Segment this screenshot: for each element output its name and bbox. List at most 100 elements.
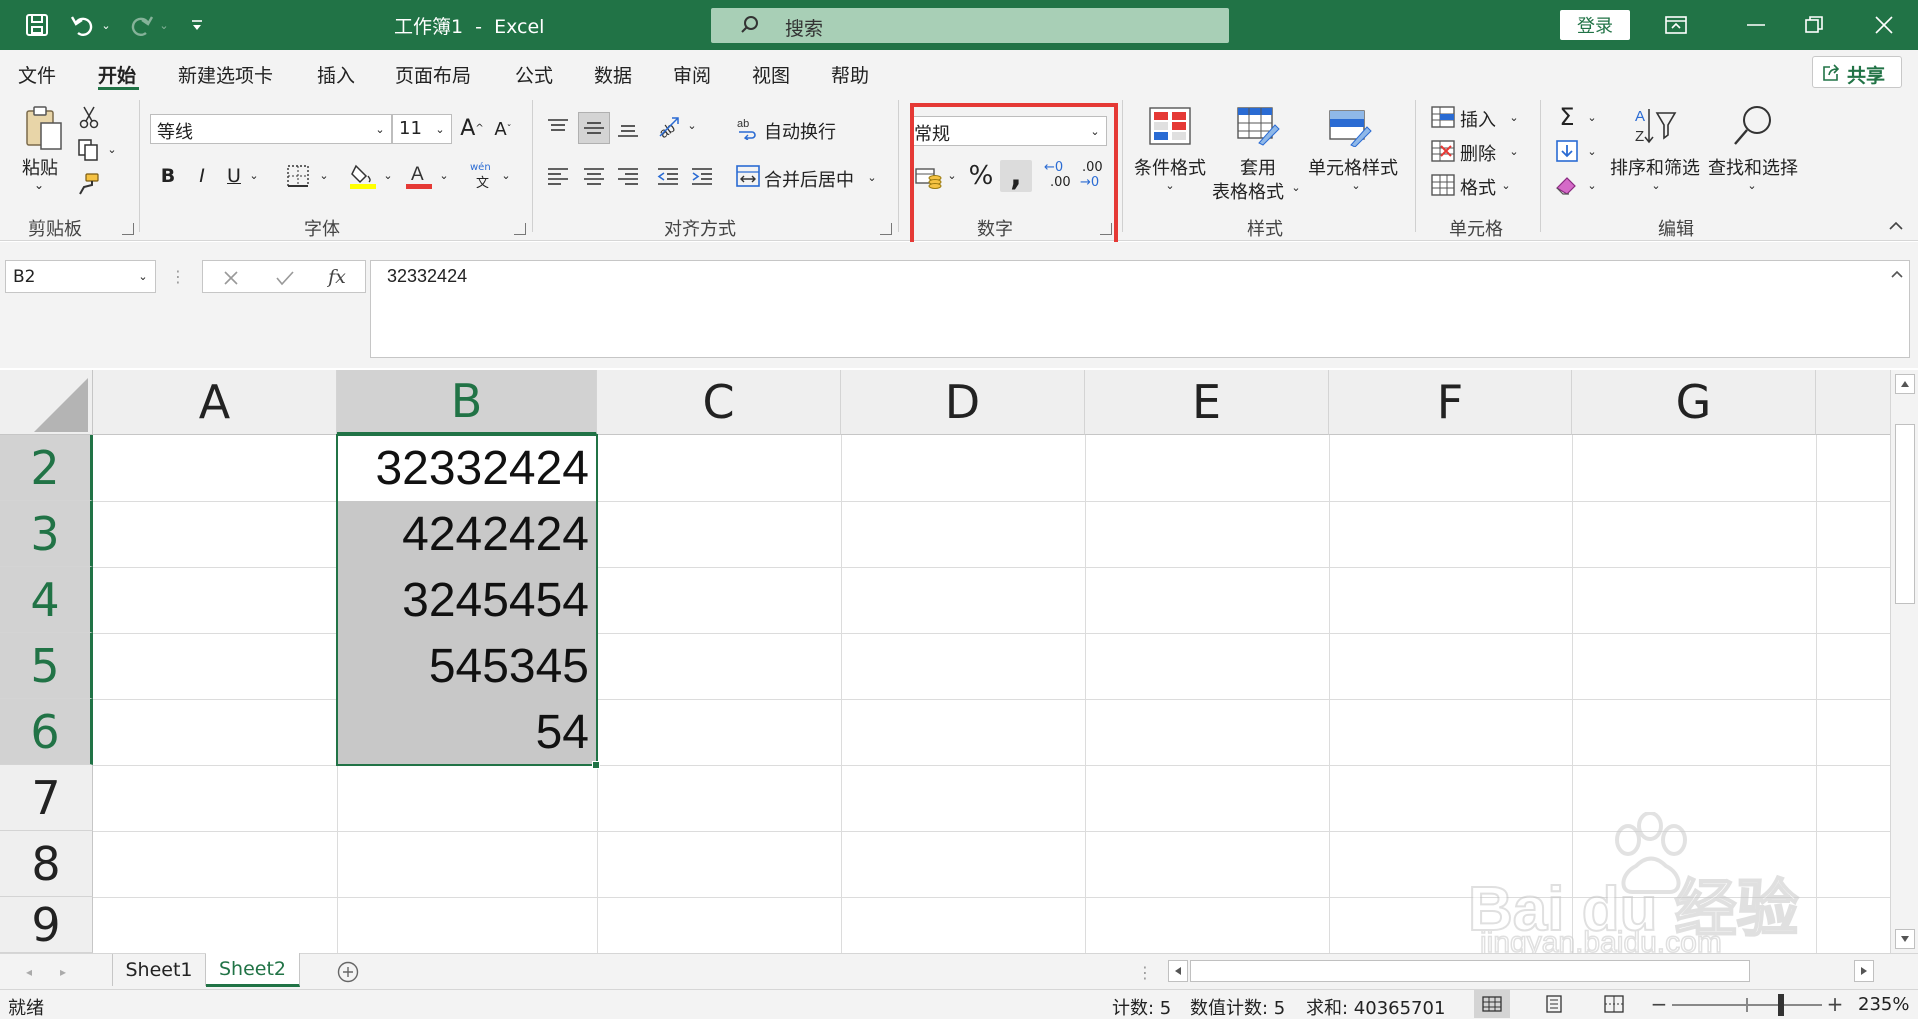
- align-center-icon[interactable]: [580, 162, 608, 190]
- phonetic-dropdown-icon[interactable]: ⌄: [500, 168, 512, 182]
- share-button[interactable]: 共享: [1812, 56, 1902, 88]
- autosum-icon[interactable]: Σ: [1554, 103, 1580, 131]
- format-cells-label[interactable]: 格式: [1460, 174, 1496, 200]
- fill-color-icon[interactable]: [348, 160, 378, 192]
- font-color-dropdown-icon[interactable]: ⌄: [438, 168, 450, 182]
- find-select-label[interactable]: 查找和选择: [1708, 154, 1798, 180]
- vertical-scrollbar[interactable]: [1890, 370, 1918, 953]
- tab-page-layout[interactable]: 页面布局: [395, 61, 471, 88]
- cell-styles-dropdown-icon[interactable]: ⌄: [1350, 178, 1362, 192]
- tab-new[interactable]: 新建选项卡: [178, 61, 273, 88]
- cell-styles-label[interactable]: 单元格样式: [1308, 154, 1398, 180]
- save-icon[interactable]: [24, 12, 50, 38]
- paste-icon[interactable]: [22, 104, 66, 154]
- autosum-dropdown-icon[interactable]: ⌄: [1586, 110, 1598, 124]
- delete-cells-dropdown-icon[interactable]: ⌄: [1508, 144, 1520, 158]
- font-name-select[interactable]: 等线 ⌄: [150, 114, 392, 144]
- hscroll-left-icon[interactable]: [1168, 960, 1188, 982]
- format-cells-icon[interactable]: [1430, 172, 1456, 198]
- scroll-down-icon[interactable]: [1895, 929, 1915, 949]
- horizontal-scrollbar[interactable]: [1166, 958, 1878, 984]
- cancel-entry-icon[interactable]: [219, 266, 243, 290]
- tab-scroll-right-icon[interactable]: ▸: [56, 964, 70, 980]
- font-color-icon[interactable]: A: [404, 160, 434, 192]
- row-header-3[interactable]: 3: [0, 501, 93, 567]
- normal-view-icon[interactable]: [1474, 990, 1510, 1018]
- paste-dropdown-icon[interactable]: ⌄: [32, 178, 46, 192]
- tab-file[interactable]: 文件: [18, 61, 56, 88]
- fill-color-dropdown-icon[interactable]: ⌄: [382, 168, 394, 182]
- undo-dropdown-icon[interactable]: ⌄: [100, 18, 112, 32]
- alignment-launcher-icon[interactable]: [880, 223, 892, 235]
- name-box[interactable]: B2 ⌄: [5, 260, 156, 293]
- fill-icon[interactable]: [1554, 138, 1580, 164]
- tab-scroll-left-icon[interactable]: ◂: [22, 964, 36, 980]
- login-button[interactable]: 登录: [1560, 10, 1630, 40]
- tab-insert[interactable]: 插入: [317, 61, 355, 88]
- zoom-out-icon[interactable]: −: [1650, 992, 1668, 1016]
- bold-button[interactable]: B: [156, 162, 180, 190]
- zoom-level[interactable]: 235%: [1858, 994, 1909, 1015]
- tab-view[interactable]: 视图: [752, 61, 790, 88]
- delete-cells-icon[interactable]: [1430, 138, 1456, 164]
- collapse-ribbon-icon[interactable]: [1886, 218, 1906, 234]
- format-painter-icon[interactable]: [74, 170, 102, 198]
- tab-help[interactable]: 帮助: [831, 61, 869, 88]
- sort-filter-label[interactable]: 排序和筛选: [1610, 154, 1700, 180]
- merge-center-label[interactable]: 合并后居中: [764, 166, 854, 192]
- insert-cells-label[interactable]: 插入: [1460, 106, 1496, 132]
- hscroll-right-icon[interactable]: [1854, 960, 1874, 982]
- cell-b6[interactable]: 54: [337, 701, 597, 765]
- column-header-a[interactable]: A: [93, 370, 337, 435]
- align-right-icon[interactable]: [614, 162, 642, 190]
- insert-cells-icon[interactable]: [1430, 104, 1456, 130]
- align-middle-icon[interactable]: [578, 112, 610, 144]
- row-header-4[interactable]: 4: [0, 567, 93, 633]
- format-as-table-label-1[interactable]: 套用: [1240, 154, 1276, 180]
- cell-styles-icon[interactable]: [1328, 106, 1374, 148]
- sheet-tab-sheet1[interactable]: Sheet1: [112, 954, 206, 986]
- column-header-g[interactable]: G: [1572, 370, 1816, 435]
- expand-formula-bar-icon[interactable]: [1889, 267, 1905, 281]
- zoom-slider[interactable]: [1672, 994, 1822, 1016]
- tab-home[interactable]: 开始: [98, 61, 136, 88]
- paste-label[interactable]: 粘贴: [22, 154, 58, 180]
- tab-formulas[interactable]: 公式: [515, 61, 553, 88]
- row-header-6[interactable]: 6: [0, 699, 93, 765]
- underline-button[interactable]: U: [222, 162, 246, 190]
- add-sheet-icon[interactable]: [336, 960, 360, 984]
- column-header-e[interactable]: E: [1085, 370, 1329, 435]
- delete-cells-label[interactable]: 删除: [1460, 140, 1496, 166]
- sort-filter-icon[interactable]: AZ: [1632, 104, 1678, 148]
- clipboard-launcher-icon[interactable]: [122, 223, 134, 235]
- orientation-dropdown-icon[interactable]: ⌄: [686, 118, 698, 132]
- find-select-icon[interactable]: [1730, 104, 1776, 148]
- borders-dropdown-icon[interactable]: ⌄: [318, 168, 330, 182]
- merge-center-dropdown-icon[interactable]: ⌄: [866, 170, 878, 184]
- decrease-indent-icon[interactable]: [654, 162, 682, 190]
- confirm-entry-icon[interactable]: [273, 266, 297, 290]
- cell-b4[interactable]: 3245454: [337, 569, 597, 633]
- cell-b3[interactable]: 4242424: [337, 503, 597, 567]
- borders-icon[interactable]: [284, 162, 312, 190]
- scroll-up-icon[interactable]: [1895, 374, 1915, 394]
- row-header-7[interactable]: 7: [0, 765, 93, 831]
- merge-center-icon[interactable]: [734, 162, 762, 190]
- increase-indent-icon[interactable]: [688, 162, 716, 190]
- column-header-b[interactable]: B: [337, 370, 597, 435]
- page-break-view-icon[interactable]: [1596, 990, 1632, 1018]
- column-header-c[interactable]: C: [597, 370, 841, 435]
- conditional-formatting-dropdown-icon[interactable]: ⌄: [1164, 178, 1176, 192]
- align-left-icon[interactable]: [544, 162, 572, 190]
- italic-button[interactable]: I: [190, 162, 214, 190]
- fill-dropdown-icon[interactable]: ⌄: [1586, 144, 1598, 158]
- row-header-8[interactable]: 8: [0, 831, 93, 897]
- close-icon[interactable]: [1870, 12, 1898, 38]
- underline-dropdown-icon[interactable]: ⌄: [248, 168, 260, 182]
- formula-input[interactable]: 32332424: [370, 260, 1910, 358]
- row-header-5[interactable]: 5: [0, 633, 93, 699]
- customize-qat-icon[interactable]: [188, 14, 206, 36]
- ribbon-display-options-icon[interactable]: [1662, 12, 1690, 38]
- column-header-d[interactable]: D: [841, 370, 1085, 435]
- wrap-text-label[interactable]: 自动换行: [764, 118, 836, 144]
